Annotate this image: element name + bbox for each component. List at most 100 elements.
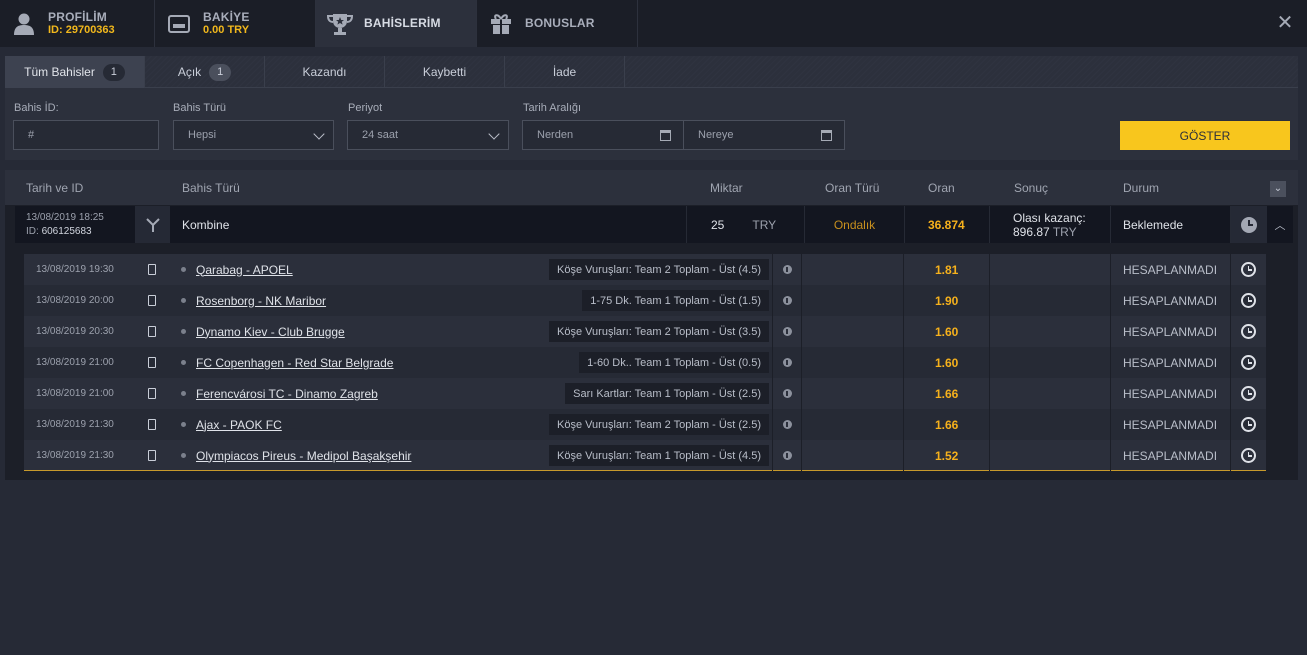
selection-date: 13/08/2019 21:00 [36,388,114,399]
bet-result: Olası kazanç: 896.87 TRY [990,206,1111,243]
date-to-input[interactable]: Nereye [683,120,845,150]
tab-count-badge: 1 [209,63,232,81]
match-link[interactable]: Dynamo Kiev - Club Brugge [196,325,345,339]
bullet-icon [181,391,186,396]
match-link[interactable]: Rosenborg - NK Maribor [196,294,326,308]
info-icon[interactable] [772,347,802,378]
selections-list: 13/08/2019 19:30 Qarabag - APOEL Köşe Vuru… [24,254,1266,471]
info-icon[interactable] [772,440,802,471]
bets-table: Tarih ve ID Bahis Türü Miktar Oran Türü … [5,170,1298,480]
selection-result [990,347,1111,378]
market-badge: 1-75 Dk. Team 1 Toplam - Üst (1.5) [582,290,769,311]
match-link[interactable]: Qarabag - APOEL [196,263,293,277]
chevron-up-icon[interactable]: ︿ [1267,206,1293,243]
selection-date: 13/08/2019 21:00 [36,357,114,368]
nav-bonuses[interactable]: BONUSLAR [477,0,638,47]
selection-row: 13/08/2019 21:00 FC Copenhagen - Red Star… [24,347,1266,378]
selection-row: 13/08/2019 20:30 Dynamo Kiev - Club Brugg… [24,316,1266,347]
period-value: 24 saat [362,129,399,141]
match-link[interactable]: Olympiacos Pireus - Medipol Başakşehir [196,449,411,463]
header-bet-type: Bahis Türü [182,181,240,195]
market-badge: 1-60 Dk.. Team 1 Toplam - Üst (0.5) [579,352,769,373]
mobile-icon [139,254,164,285]
nav-my-bets[interactable]: BAHİSLERİM [316,0,477,47]
potential-win: 896.87 TRY [1013,225,1077,239]
trophy-icon [326,10,354,38]
tab-lost[interactable]: Kaybetti [385,56,505,88]
info-icon[interactable] [772,378,802,409]
nav-profile[interactable]: PROFİLİM ID: 29700363 [0,0,155,47]
tab-label: Tüm Bahisler [24,65,95,79]
selection-row: 13/08/2019 19:30 Qarabag - APOEL Köşe Vuru… [24,254,1266,285]
selection-result [990,316,1111,347]
wallet-icon [165,10,193,38]
match-link[interactable]: Ajax - PAOK FC [196,418,282,432]
empty-cell [802,316,904,347]
user-icon [10,10,38,38]
clock-icon [1231,440,1266,471]
balance-value: 0.00 TRY [203,23,250,36]
tab-all-bets[interactable]: Tüm Bahisler 1 [5,56,145,88]
tab-label: Kaybetti [422,65,467,79]
tab-won[interactable]: Kazandı [265,56,385,88]
bet-tabs: Tüm Bahisler 1 Açık 1 Kazandı Kaybetti İ… [5,56,1298,88]
bet-date-id: 13/08/2019 18:25 ID: 606125683 [15,206,135,243]
selection-status: HESAPLANMADI [1111,285,1231,316]
period-label: Periyot [348,102,383,114]
info-icon[interactable] [772,316,802,347]
nav-balance[interactable]: BAKİYE 0.00 TRY [155,0,316,47]
selection-row: 13/08/2019 21:00 Ferencvárosi TC - Dinamo… [24,378,1266,409]
match-link[interactable]: FC Copenhagen - Red Star Belgrade [196,356,393,370]
selection-date: 13/08/2019 21:30 [36,419,114,430]
calendar-icon[interactable] [821,130,832,141]
bullet-icon [181,422,186,427]
bet-row[interactable]: 13/08/2019 18:25 ID: 606125683 Kombine 2… [15,206,1293,243]
selection-date: 13/08/2019 20:00 [36,295,114,306]
match-link[interactable]: Ferencvárosi TC - Dinamo Zagreb [196,387,378,401]
header-date-id: Tarih ve ID [26,181,84,195]
bullet-icon [181,453,186,458]
mobile-icon [139,347,164,378]
selection-row: 13/08/2019 21:30 Olympiacos Pireus - Medi… [24,440,1266,471]
bet-type-select[interactable]: Hepsi [173,120,334,150]
selection-odds: 1.81 [904,254,990,285]
selection-date: 13/08/2019 19:30 [36,264,114,275]
selection-date: 13/08/2019 20:30 [36,326,114,337]
info-icon[interactable] [772,409,802,440]
collapse-all-icon[interactable]: ⌄ [1270,181,1286,197]
selection-odds: 1.66 [904,409,990,440]
bet-type-label: Bahis Türü [173,102,226,114]
bet-date: 13/08/2019 18:25 [26,211,104,223]
header-odds: Oran [928,181,955,195]
clock-icon [1231,254,1266,285]
mobile-icon [139,285,164,316]
clock-icon [1231,409,1266,440]
calendar-icon[interactable] [660,130,671,141]
info-icon[interactable] [772,285,802,316]
info-icon[interactable] [772,254,802,285]
date-from-placeholder: Nerden [537,129,574,141]
bullet-icon [181,360,186,365]
bet-amount-value: 25 [711,217,725,232]
date-from-input[interactable]: Nerden [522,120,684,150]
mobile-icon [139,316,164,347]
bet-status: Beklemede [1111,206,1231,243]
clock-icon [1231,378,1266,409]
tab-refund[interactable]: İade [505,56,625,88]
tab-open[interactable]: Açık 1 [145,56,265,88]
tab-label: Kazandı [302,65,347,79]
empty-cell [802,378,904,409]
bullet-icon [181,298,186,303]
period-select[interactable]: 24 saat [347,120,509,150]
bet-id-input[interactable]: # [13,120,159,150]
bet-amount: 25 TRY [687,206,805,243]
tab-count-badge: 1 [102,63,125,81]
bet-type-value: Hepsi [188,129,217,141]
bullet-icon [181,329,186,334]
top-navigation: PROFİLİM ID: 29700363 BAKİYE 0.00 TRY BA… [0,0,1307,47]
header-status: Durum [1123,181,1160,195]
market-badge: Köşe Vuruşları: Team 1 Toplam - Üst (4.5… [549,445,769,466]
selection-odds: 1.52 [904,440,990,471]
show-button[interactable]: GÖSTER [1120,121,1290,150]
close-icon[interactable]: ✕ [1275,13,1295,33]
